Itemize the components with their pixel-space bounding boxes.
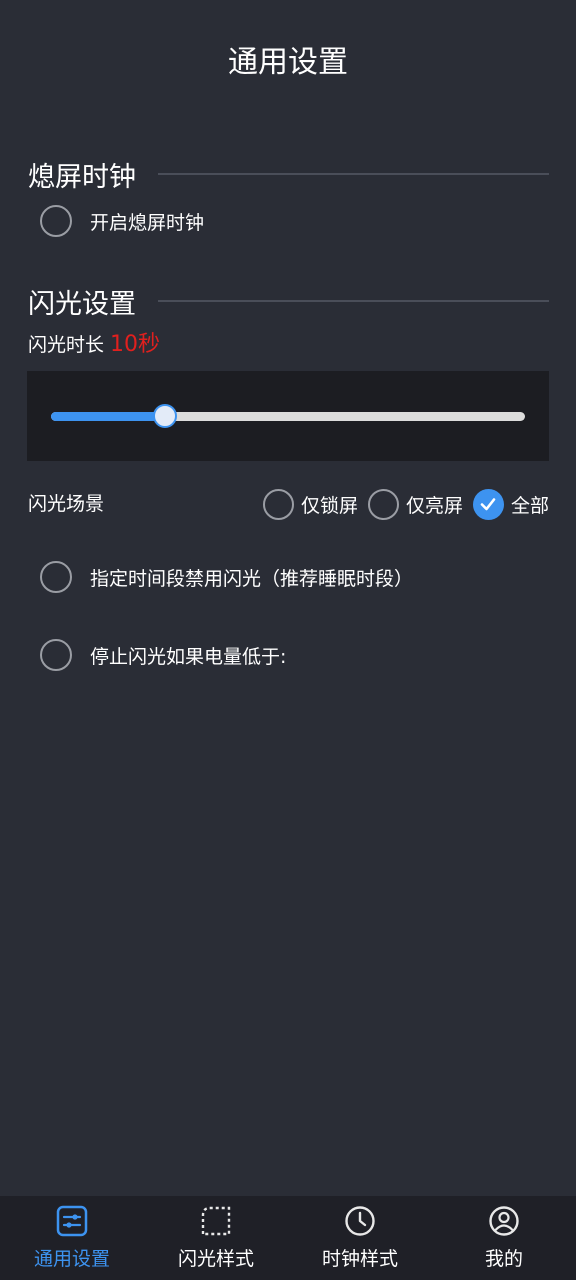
scene-option-all[interactable]: 全部 bbox=[472, 488, 549, 520]
disable-period-radio[interactable] bbox=[40, 561, 72, 593]
scene-option-screen-on-label: 仅亮屏 bbox=[405, 494, 463, 517]
bottom-nav: 通用设置 闪光样式 时钟样式 我的 bbox=[0, 1196, 576, 1280]
flash-scene-label: 闪光场景 bbox=[28, 493, 105, 515]
nav-label-clock-style: 时钟样式 bbox=[321, 1248, 398, 1270]
section-header-screen-off-clock: 熄屏时钟 bbox=[28, 154, 549, 194]
flash-duration-row: 闪光时长 10秒 bbox=[28, 326, 161, 357]
scene-option-lock-screen-label: 仅锁屏 bbox=[300, 494, 358, 517]
scene-option-lock-screen-radio[interactable] bbox=[262, 488, 294, 520]
low-battery-stop-label: 停止闪光如果电量低于: bbox=[90, 645, 287, 668]
section-header-flash-settings: 闪光设置 bbox=[28, 281, 549, 321]
dashed-frame-icon bbox=[199, 1204, 233, 1238]
enable-screen-off-clock-option[interactable]: 开启熄屏时钟 bbox=[40, 201, 204, 241]
flash-duration-label: 闪光时长 bbox=[28, 334, 105, 356]
enable-screen-off-clock-radio[interactable] bbox=[40, 205, 72, 237]
low-battery-stop-radio[interactable] bbox=[40, 639, 72, 671]
scene-option-all-radio-checked[interactable] bbox=[472, 488, 504, 520]
flash-duration-value: 10秒 bbox=[110, 332, 161, 357]
nav-label-flash-style: 闪光样式 bbox=[177, 1248, 254, 1270]
disable-period-option[interactable]: 指定时间段禁用闪光（推荐睡眠时段） bbox=[40, 557, 413, 597]
section-title-screen-off-clock: 熄屏时钟 bbox=[28, 161, 136, 193]
scene-option-screen-on-radio[interactable] bbox=[367, 488, 399, 520]
section-divider bbox=[158, 300, 549, 302]
flash-scene-options: 仅锁屏 仅亮屏 全部 bbox=[253, 486, 549, 522]
nav-label-general-settings: 通用设置 bbox=[33, 1248, 110, 1270]
nav-label-mine: 我的 bbox=[484, 1248, 523, 1270]
nav-item-clock-style[interactable]: 时钟样式 bbox=[288, 1196, 432, 1280]
nav-item-general-settings[interactable]: 通用设置 bbox=[0, 1196, 144, 1280]
flash-duration-slider-thumb[interactable] bbox=[152, 404, 177, 428]
scene-option-lock-screen[interactable]: 仅锁屏 bbox=[262, 488, 358, 520]
flash-duration-slider-track[interactable] bbox=[51, 412, 525, 421]
section-title-flash-settings: 闪光设置 bbox=[28, 288, 136, 320]
flash-duration-slider-panel bbox=[27, 371, 549, 461]
section-divider bbox=[158, 173, 549, 175]
nav-item-mine[interactable]: 我的 bbox=[432, 1196, 576, 1280]
user-icon bbox=[487, 1204, 521, 1238]
scene-option-all-label: 全部 bbox=[510, 494, 549, 517]
page-title: 通用设置 bbox=[228, 45, 348, 80]
enable-screen-off-clock-label: 开启熄屏时钟 bbox=[90, 211, 205, 234]
clock-icon bbox=[343, 1204, 377, 1238]
scene-option-screen-on[interactable]: 仅亮屏 bbox=[367, 488, 463, 520]
low-battery-stop-option[interactable]: 停止闪光如果电量低于: bbox=[40, 635, 286, 675]
sliders-icon bbox=[55, 1204, 89, 1238]
checkmark-icon bbox=[481, 498, 496, 511]
nav-item-flash-style[interactable]: 闪光样式 bbox=[144, 1196, 288, 1280]
flash-duration-slider-fill bbox=[51, 412, 165, 421]
disable-period-label: 指定时间段禁用闪光（推荐睡眠时段） bbox=[90, 567, 414, 590]
